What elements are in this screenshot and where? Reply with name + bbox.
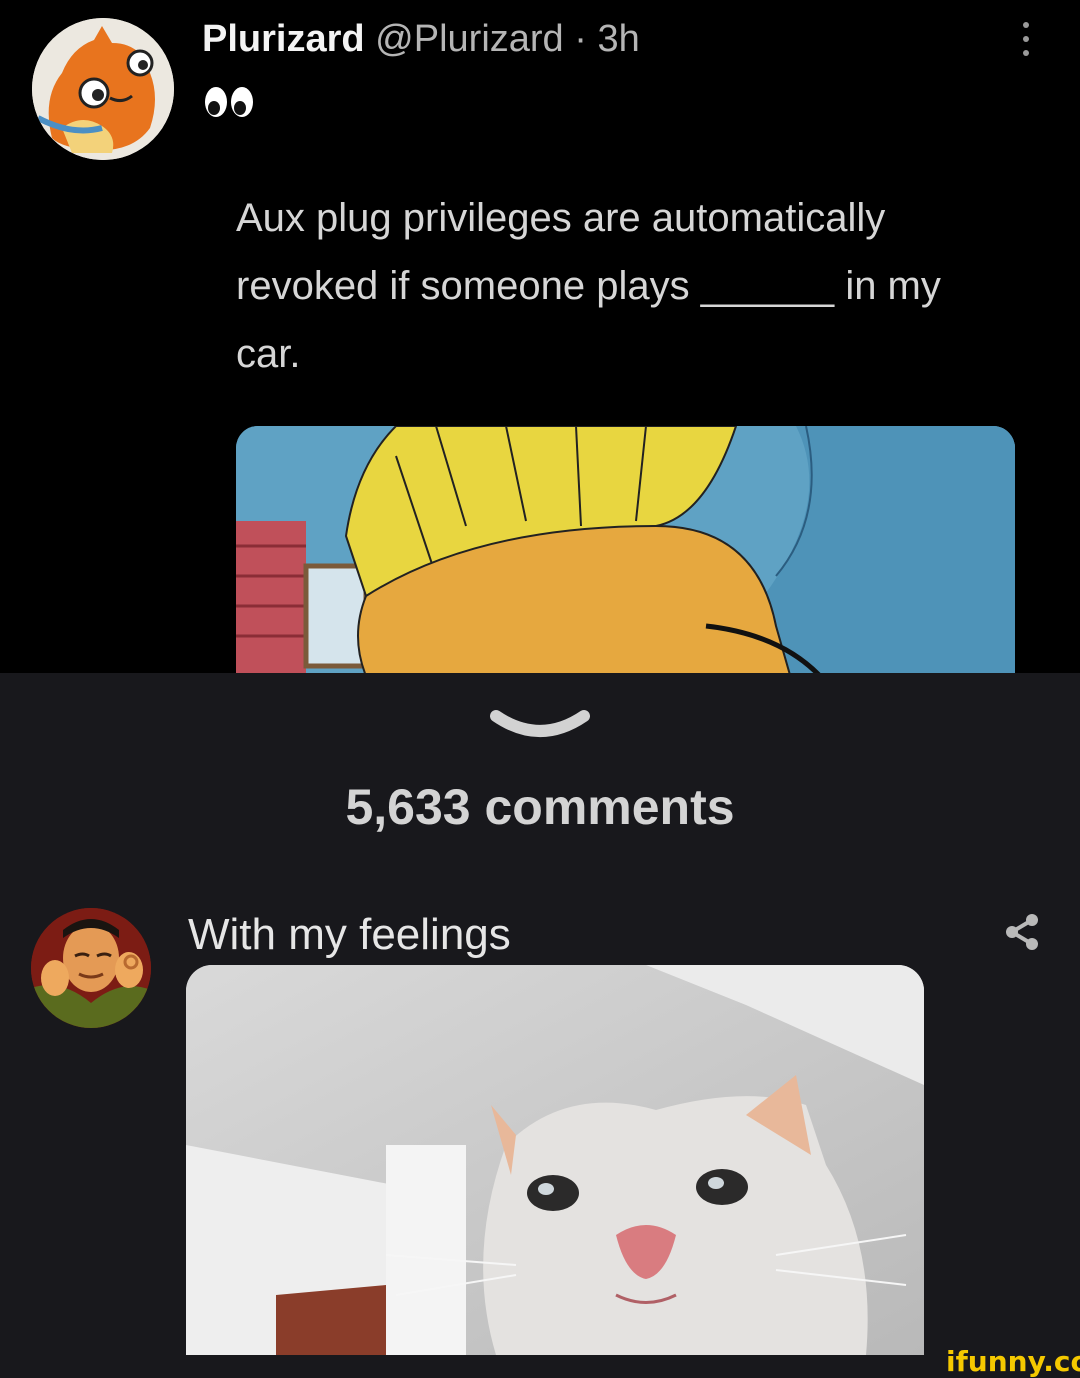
tweet-line-2-start: revoked if someone plays [236,264,690,308]
tweet-line-2: revoked if someone plays ______ in my [236,252,1036,320]
commenter-avatar[interactable] [31,908,151,1028]
watermark: ifunny.co [946,1345,1080,1378]
arthur-fist-image[interactable] [236,426,1015,673]
tweet-header: Plurizard @Plurizard · 3h [202,18,640,61]
more-vertical-icon[interactable] [1016,22,1036,68]
comments-count[interactable]: 5,633 comments [0,778,1080,836]
tweet-avatar[interactable] [32,18,174,160]
tweet-screenshot: Plurizard @Plurizard · 3h Aux plug privi… [0,0,1080,673]
timestamp: 3h [597,18,640,60]
separator: · [574,18,587,60]
tweet-line-3: car. [236,332,301,376]
crying-cat-image[interactable] [186,965,924,1355]
fill-in-blank: ______ [700,264,835,308]
tweet-line-1: Aux plug privileges are automatically [236,196,886,240]
tweet-body: Aux plug privileges are automatically re… [236,184,1036,388]
display-name[interactable]: Plurizard [202,18,365,60]
eyes-emoji [202,80,258,128]
tweet-line-2-end: in my [845,264,941,308]
user-handle[interactable]: @Plurizard [375,18,564,60]
chevron-down-icon[interactable] [488,706,592,744]
comment-text: With my feelings [188,910,511,959]
share-icon[interactable] [1002,912,1042,952]
